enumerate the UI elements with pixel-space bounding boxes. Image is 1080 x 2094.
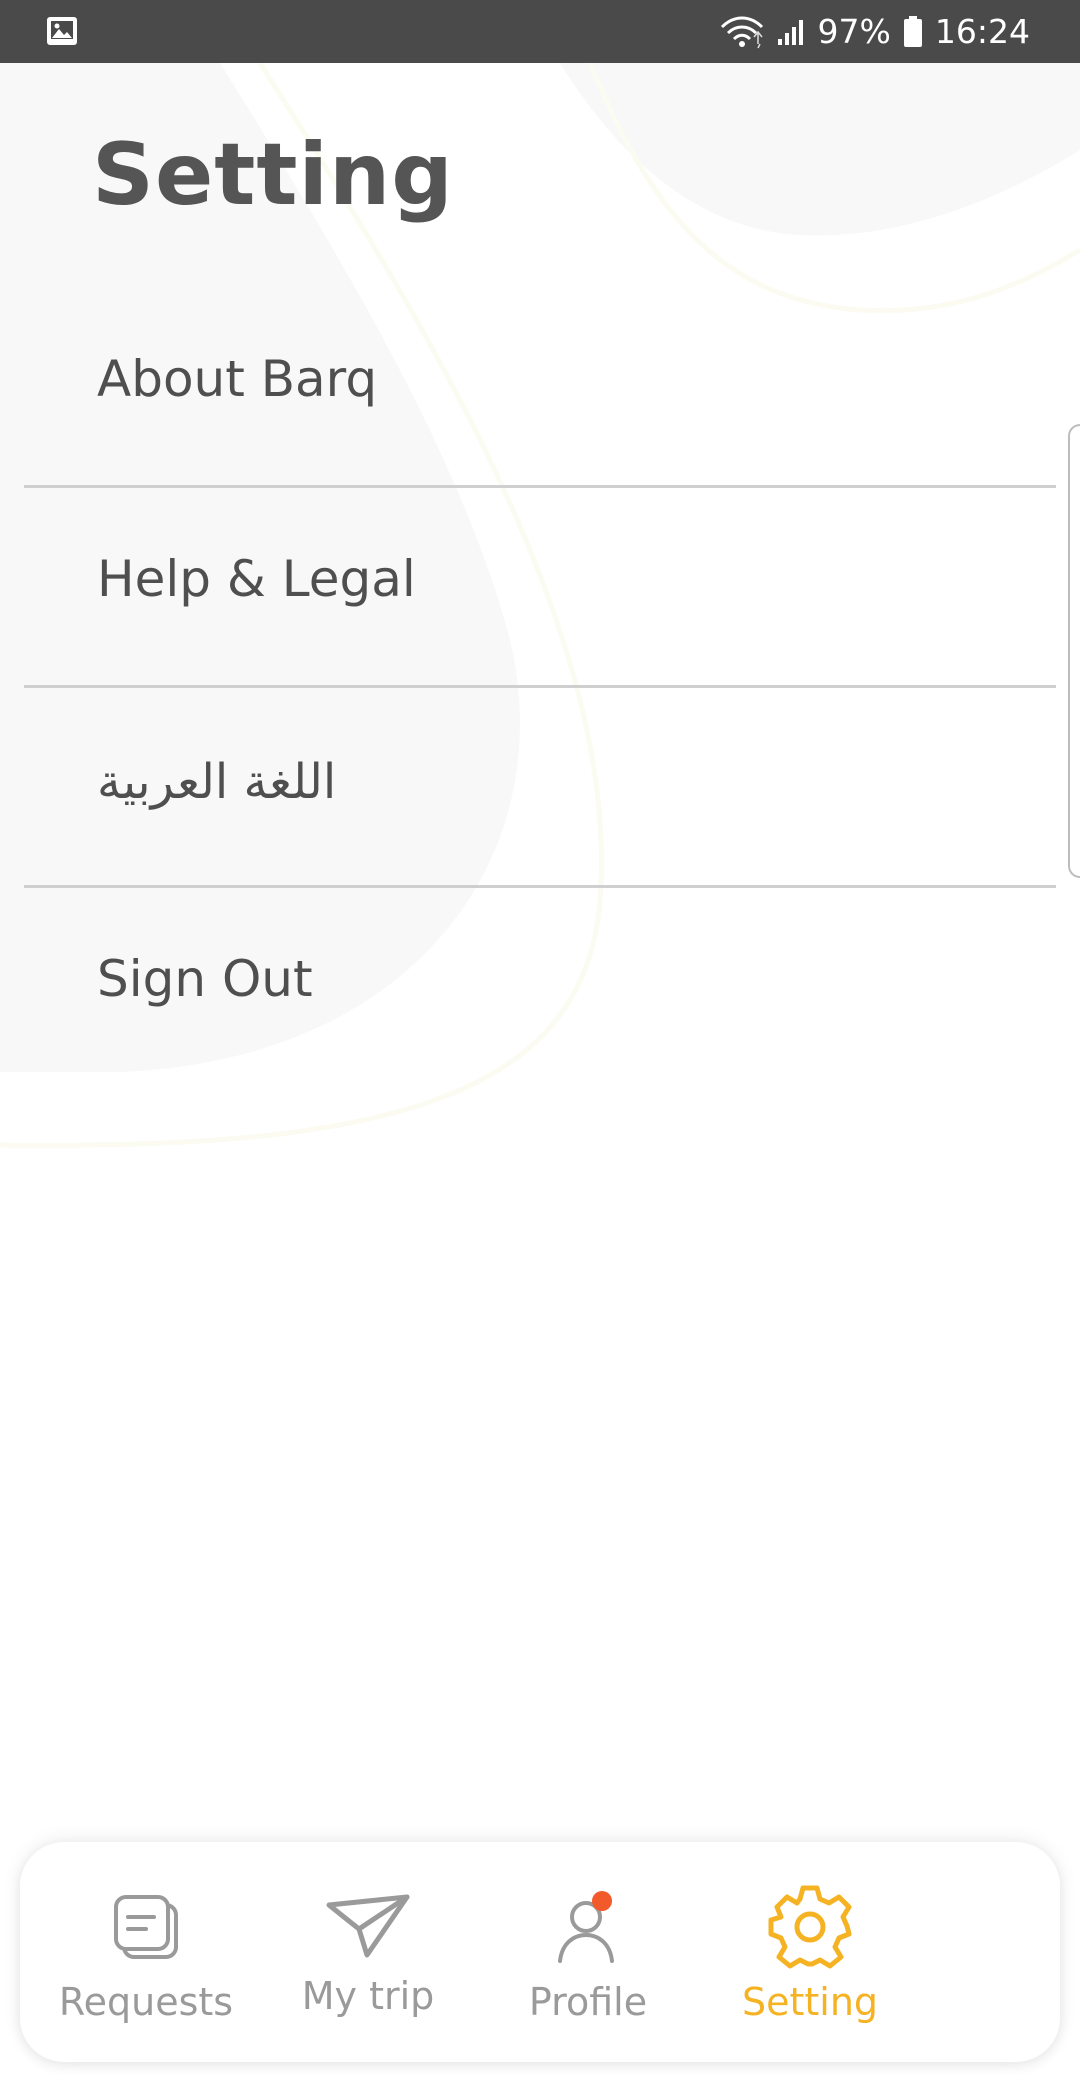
nav-setting[interactable]: Setting: [710, 1842, 910, 2062]
wifi-icon: [720, 15, 764, 49]
requests-icon: [110, 1882, 182, 1972]
status-bar: 97% 16:24: [0, 0, 1080, 63]
settings-menu: About Barq Help & Legal اللغة العربية Si…: [0, 288, 1080, 1088]
signal-icon: [776, 17, 806, 47]
menu-item-label: Sign Out: [97, 950, 313, 1008]
nav-label: My trip: [301, 1974, 435, 2018]
gear-icon: [767, 1882, 853, 1972]
nav-label: Setting: [741, 1980, 879, 2024]
person-icon: [552, 1882, 624, 1972]
clock: 16:24: [934, 12, 1030, 51]
nav-label: Profile: [528, 1980, 648, 2024]
menu-item-label: About Barq: [97, 350, 378, 408]
edge-panel-handle[interactable]: [1068, 424, 1080, 878]
notification-dot: [592, 1891, 612, 1911]
menu-item-label: اللغة العربية: [97, 754, 337, 810]
settings-screen: 97% 16:24 Setting About Barq Help & Lega…: [0, 0, 1080, 2094]
page-title: Setting: [92, 125, 454, 225]
menu-item-help-legal[interactable]: Help & Legal: [24, 488, 1056, 688]
menu-item-sign-out[interactable]: Sign Out: [24, 888, 1056, 1088]
battery-percent: 97%: [817, 12, 891, 51]
menu-item-label: Help & Legal: [97, 550, 416, 608]
battery-icon: [903, 15, 923, 48]
image-notification-icon: [46, 16, 78, 50]
bottom-navigation: Requests My trip Profile Setting: [20, 1842, 1060, 2062]
nav-my-trip[interactable]: My trip: [268, 1842, 468, 2062]
nav-profile[interactable]: Profile: [488, 1842, 688, 2062]
nav-requests[interactable]: Requests: [46, 1842, 246, 2062]
paper-plane-icon: [323, 1882, 413, 1972]
menu-item-about[interactable]: About Barq: [24, 288, 1056, 488]
menu-item-language[interactable]: اللغة العربية: [24, 688, 1056, 888]
nav-label: Requests: [58, 1980, 234, 2024]
